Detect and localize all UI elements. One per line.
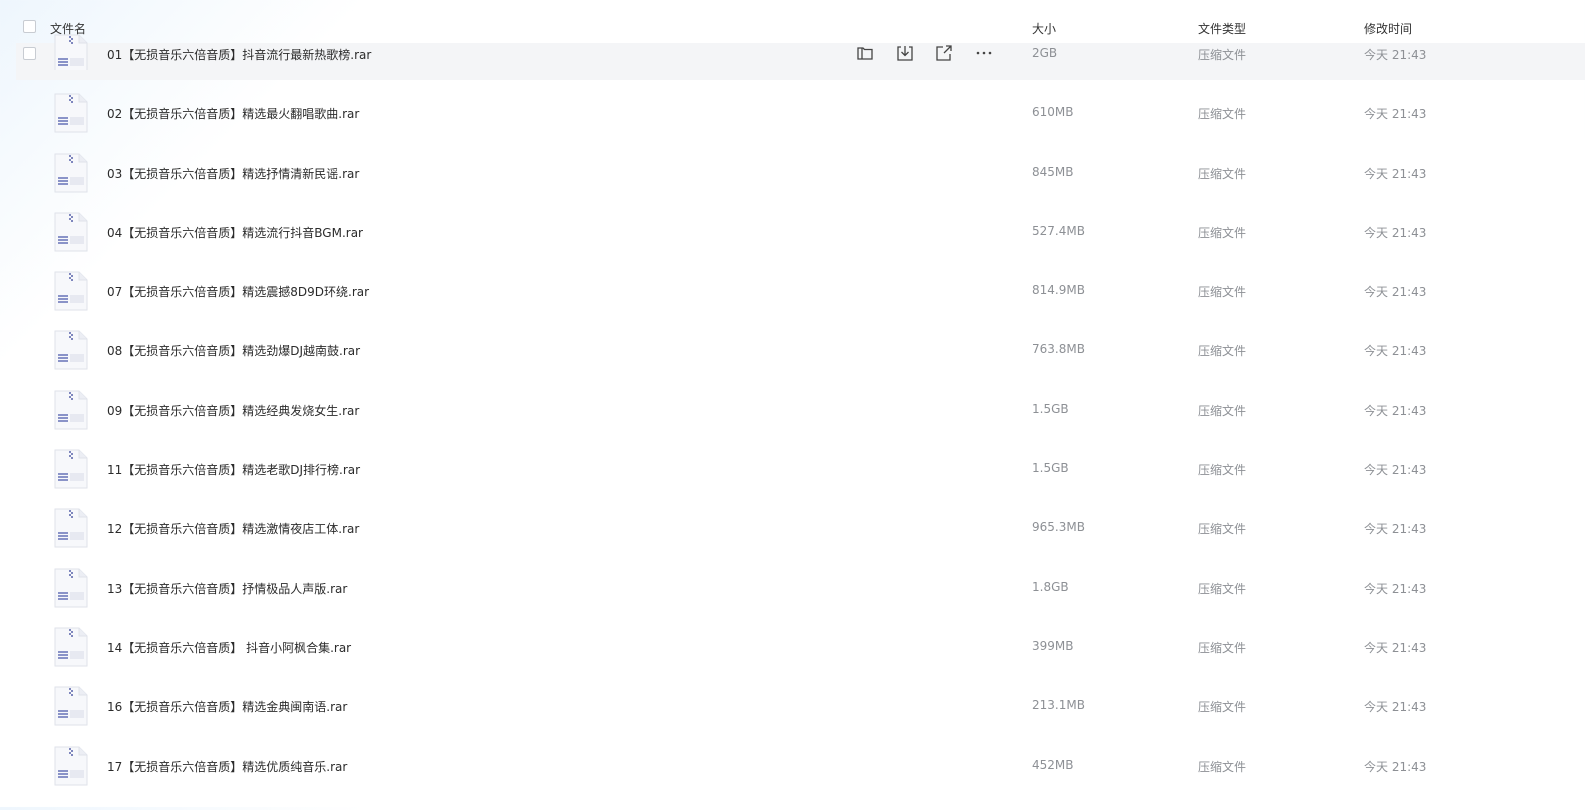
file-row[interactable]: 03【无损音乐六倍音质】精选抒情清新民谣.rar 845MB 压缩文件 今天 21:4…: [0, 153, 1585, 217]
file-type: 压缩文件: [1198, 48, 1247, 62]
file-name[interactable]: 08【无损音乐六倍音质】精选劲爆DJ越南鼓.rar: [107, 342, 360, 359]
file-size: 2GB: [1032, 46, 1058, 60]
file-size: 814.9MB: [1032, 283, 1085, 298]
file-size: 965.3MB: [1032, 520, 1085, 535]
file-size: 213.1MB: [1032, 698, 1085, 713]
file-name[interactable]: 04【无损音乐六倍音质】精选流行抖音BGM.rar: [107, 224, 363, 241]
file-type: 压缩文件: [1198, 700, 1247, 715]
file-row[interactable]: 07【无损音乐六倍音质】精选震撼8D9D环绕.rar 814.9MB 压缩文件 今天 …: [0, 271, 1585, 335]
file-type: 压缩文件: [1198, 225, 1247, 240]
file-modified-time: 今天 21:43: [1364, 522, 1427, 537]
zip-file-icon: [53, 153, 89, 193]
file-row[interactable]: 14【无损音乐六倍音质】 抖音小阿枫合集.rar 399MB 压缩文件 今天 21:4…: [0, 627, 1585, 691]
file-list-header: 文件名 大小 文件类型 修改时间: [0, 0, 1585, 44]
file-modified-time: 今天 21:43: [1364, 581, 1427, 596]
file-row[interactable]: 09【无损音乐六倍音质】精选经典发烧女生.rar 1.5GB 压缩文件 今天 21:4…: [0, 390, 1585, 454]
file-size: 1.8GB: [1032, 579, 1069, 594]
file-modified-time: 今天 21:43: [1364, 225, 1427, 240]
zip-file-icon: [53, 390, 89, 430]
file-modified-time: 今天 21:43: [1364, 759, 1427, 774]
column-header-size[interactable]: 大小: [1032, 20, 1056, 37]
zip-file-icon: [53, 627, 89, 667]
file-size: 845MB: [1032, 164, 1074, 179]
zip-file-icon: [53, 34, 89, 70]
file-modified-time: 今天 21:43: [1364, 166, 1427, 181]
file-type: 压缩文件: [1198, 463, 1247, 478]
file-type: 压缩文件: [1198, 640, 1247, 655]
file-name[interactable]: 11【无损音乐六倍音质】精选老歌DJ排行榜.rar: [107, 461, 360, 478]
file-modified-time: 今天 21:43: [1364, 285, 1427, 300]
column-header-modified-time[interactable]: 修改时间: [1364, 20, 1412, 37]
file-size: 452MB: [1032, 757, 1074, 772]
file-type: 压缩文件: [1198, 166, 1247, 181]
zip-file-icon: [53, 508, 89, 548]
file-type: 压缩文件: [1198, 107, 1247, 122]
file-type: 压缩文件: [1198, 522, 1247, 537]
zip-file-icon: [53, 212, 89, 252]
zip-file-icon: [53, 746, 89, 786]
file-size: 399MB: [1032, 638, 1074, 653]
zip-file-icon: [53, 686, 89, 726]
file-row[interactable]: 04【无损音乐六倍音质】精选流行抖音BGM.rar 527.4MB 压缩文件 今天 2…: [0, 212, 1585, 276]
file-modified-time: 今天 21:43: [1364, 107, 1427, 122]
file-name[interactable]: 09【无损音乐六倍音质】精选经典发烧女生.rar: [107, 402, 359, 419]
file-type: 压缩文件: [1198, 581, 1247, 596]
zip-file-icon: [53, 93, 89, 133]
zip-file-icon: [53, 568, 89, 608]
file-size: 527.4MB: [1032, 223, 1085, 238]
zip-file-icon: [53, 449, 89, 489]
file-row[interactable]: 13【无损音乐六倍音质】抒情极品人声版.rar 1.8GB 压缩文件 今天 21:43: [0, 568, 1585, 632]
file-row[interactable]: 16【无损音乐六倍音质】精选金典闽南语.rar 213.1MB 压缩文件 今天 21:…: [0, 686, 1585, 750]
file-name[interactable]: 13【无损音乐六倍音质】抒情极品人声版.rar: [107, 580, 347, 597]
file-name[interactable]: 16【无损音乐六倍音质】精选金典闽南语.rar: [107, 698, 347, 715]
file-name[interactable]: 02【无损音乐六倍音质】精选最火翻唱歌曲.rar: [107, 105, 359, 122]
share-icon[interactable]: [935, 44, 953, 62]
select-all-checkbox[interactable]: [23, 20, 36, 33]
folder-icon[interactable]: [856, 44, 874, 62]
file-size: 1.5GB: [1032, 401, 1069, 416]
zip-file-icon: [53, 330, 89, 370]
file-row[interactable]: 02【无损音乐六倍音质】精选最火翻唱歌曲.rar 610MB 压缩文件 今天 21:4…: [0, 93, 1585, 157]
row-checkbox[interactable]: [23, 47, 36, 60]
more-icon[interactable]: [975, 44, 993, 62]
file-row[interactable]: 08【无损音乐六倍音质】精选劲爆DJ越南鼓.rar 763.8MB 压缩文件 今天 2…: [0, 330, 1585, 394]
file-name[interactable]: 03【无损音乐六倍音质】精选抒情清新民谣.rar: [107, 165, 359, 182]
file-type: 压缩文件: [1198, 403, 1247, 418]
zip-file-icon: [53, 271, 89, 311]
file-modified-time: 今天 21:43: [1364, 640, 1427, 655]
file-type: 压缩文件: [1198, 285, 1247, 300]
file-name[interactable]: 07【无损音乐六倍音质】精选震撼8D9D环绕.rar: [107, 283, 369, 300]
file-row[interactable]: 12【无损音乐六倍音质】精选激情夜店工体.rar 965.3MB 压缩文件 今天 21…: [0, 508, 1585, 572]
file-row[interactable]: 01【无损音乐六倍音质】抖音流行最新热歌榜.rar 2GB 压缩文件 今天 21:43: [0, 34, 1585, 80]
file-modified-time: 今天 21:43: [1364, 344, 1427, 359]
file-row[interactable]: 11【无损音乐六倍音质】精选老歌DJ排行榜.rar 1.5GB 压缩文件 今天 21:…: [0, 449, 1585, 513]
file-type: 压缩文件: [1198, 344, 1247, 359]
file-name[interactable]: 01【无损音乐六倍音质】抖音流行最新热歌榜.rar: [107, 46, 371, 63]
file-modified-time: 今天 21:43: [1364, 48, 1427, 62]
file-name[interactable]: 14【无损音乐六倍音质】 抖音小阿枫合集.rar: [107, 639, 351, 656]
file-size: 610MB: [1032, 105, 1074, 120]
file-modified-time: 今天 21:43: [1364, 403, 1427, 418]
column-header-type[interactable]: 文件类型: [1198, 20, 1246, 37]
file-size: 1.5GB: [1032, 461, 1069, 476]
file-row[interactable]: 17【无损音乐六倍音质】精选优质纯音乐.rar 452MB 压缩文件 今天 21:43: [0, 746, 1585, 810]
file-modified-time: 今天 21:43: [1364, 463, 1427, 478]
file-size: 763.8MB: [1032, 342, 1085, 357]
file-name[interactable]: 17【无损音乐六倍音质】精选优质纯音乐.rar: [107, 758, 347, 775]
file-name[interactable]: 12【无损音乐六倍音质】精选激情夜店工体.rar: [107, 520, 359, 537]
file-list: 01【无损音乐六倍音质】抖音流行最新热歌榜.rar 2GB 压缩文件 今天 21:43…: [0, 34, 1585, 810]
file-modified-time: 今天 21:43: [1364, 700, 1427, 715]
file-type: 压缩文件: [1198, 759, 1247, 774]
download-icon[interactable]: [896, 44, 914, 62]
